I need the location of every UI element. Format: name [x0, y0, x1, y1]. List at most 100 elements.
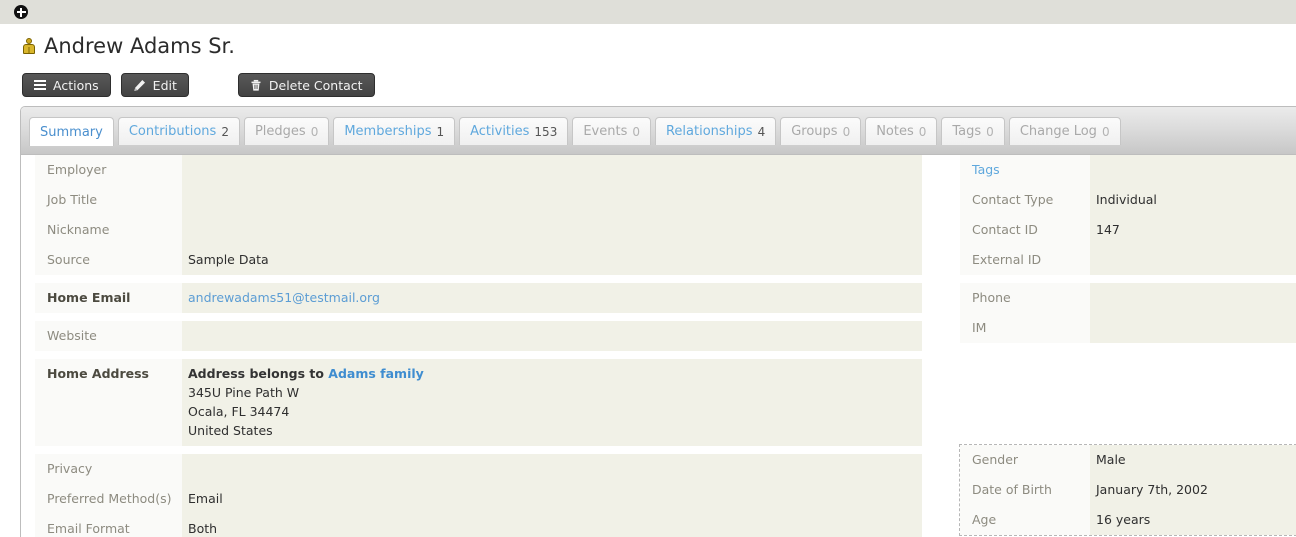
- field-row-im: IM: [960, 313, 1296, 343]
- contact-panel: Summary Contributions 2 Pledges 0 Memberships…: [20, 106, 1296, 537]
- tab-label: Contributions: [128, 124, 217, 139]
- admin-topbar: [0, 0, 1296, 24]
- basic-info-block: Employer Job Title Nickname Source Sampl…: [35, 155, 922, 275]
- tab-label: Pledges: [254, 124, 306, 139]
- tab-label: Change Log: [1019, 124, 1097, 139]
- tab-count: 0: [1101, 124, 1110, 139]
- tags-label-link[interactable]: Tags: [960, 155, 1090, 185]
- tab-label: Tags: [952, 124, 982, 139]
- field-row-phone: Phone: [960, 283, 1296, 313]
- tab-count: 0: [310, 124, 319, 139]
- field-label: Email Format: [35, 514, 182, 537]
- summary-right-column: Tags Contact Type Individual Contact ID …: [959, 155, 1296, 537]
- actions-button[interactable]: Actions: [22, 73, 111, 97]
- field-value[interactable]: 16 years: [1090, 505, 1296, 535]
- tab-notes: Notes 0: [865, 117, 938, 145]
- field-label: Source: [35, 245, 182, 275]
- website-block: Website: [35, 321, 922, 351]
- tab-count: 1: [436, 124, 445, 139]
- field-value[interactable]: [182, 321, 922, 351]
- delete-contact-button[interactable]: Delete Contact: [237, 73, 375, 97]
- tab-relationships[interactable]: Relationships 4: [654, 117, 777, 145]
- tab-pledges: Pledges 0: [243, 117, 330, 145]
- tab-tags: Tags 0: [941, 117, 1005, 145]
- demographics-block[interactable]: Gender Male Date of Birth January 7th, 2…: [959, 444, 1296, 536]
- field-label: Employer: [35, 155, 182, 185]
- tab-label: Events: [583, 124, 628, 139]
- phone-im-block: Phone IM: [960, 283, 1296, 343]
- field-value[interactable]: [182, 185, 922, 215]
- field-label: Phone: [960, 283, 1090, 313]
- field-value[interactable]: [182, 454, 922, 484]
- field-label: Contact ID: [960, 215, 1090, 245]
- field-row-privacy: Privacy: [35, 454, 922, 484]
- tab-count: 0: [986, 124, 994, 139]
- field-label: Nickname: [35, 215, 182, 245]
- tab-activities[interactable]: Activities 153: [459, 117, 569, 145]
- hamburger-icon: [34, 80, 46, 90]
- tab-count: 2: [221, 124, 229, 139]
- field-row-external-id: External ID: [960, 245, 1296, 275]
- trash-icon: [250, 79, 262, 92]
- field-row-employer: Employer: [35, 155, 922, 185]
- field-row-source: Source Sample Data: [35, 245, 922, 275]
- field-label: External ID: [960, 245, 1090, 275]
- tab-count: 0: [918, 124, 927, 139]
- address-owner-link[interactable]: Adams family: [328, 366, 424, 381]
- email-block: Home Email andrewadams51@testmail.org: [35, 283, 922, 313]
- field-row-email-format: Email Format Both: [35, 514, 922, 537]
- tab-label: Relationships: [665, 124, 753, 139]
- field-label: Home Email: [35, 283, 182, 313]
- field-value[interactable]: 147: [1090, 215, 1296, 245]
- field-row-job-title: Job Title: [35, 185, 922, 215]
- home-email-link[interactable]: andrewadams51@testmail.org: [188, 290, 380, 305]
- title-row: Andrew Adams Sr.: [0, 24, 1296, 62]
- tab-contributions[interactable]: Contributions 2: [117, 117, 240, 145]
- edit-button[interactable]: Edit: [120, 73, 189, 97]
- tab-label: Notes: [876, 124, 914, 139]
- field-value[interactable]: Email: [182, 484, 922, 514]
- address-block: Home Address Address belongs to Adams fa…: [35, 359, 922, 446]
- communication-prefs-block: Privacy Preferred Method(s) Email Email …: [35, 454, 922, 537]
- field-value[interactable]: [1090, 283, 1296, 313]
- tab-count: 4: [757, 124, 766, 139]
- field-value[interactable]: January 7th, 2002: [1090, 475, 1296, 505]
- field-row-home-address: Home Address Address belongs to Adams fa…: [35, 359, 922, 446]
- summary-content: Employer Job Title Nickname Source Sampl…: [21, 155, 1296, 537]
- field-label: IM: [960, 313, 1090, 343]
- field-value[interactable]: Individual: [1090, 185, 1296, 215]
- action-button-row: Actions Edit Delete Contact: [22, 73, 375, 97]
- tab-count: 0: [842, 124, 851, 139]
- field-row-home-email: Home Email andrewadams51@testmail.org: [35, 283, 922, 313]
- field-row-gender: Gender Male: [960, 445, 1296, 475]
- field-label: Age: [960, 505, 1090, 535]
- address-line-3: United States: [188, 423, 273, 438]
- contact-tab-strip: Summary Contributions 2 Pledges 0 Memberships…: [21, 107, 1296, 155]
- field-label: Preferred Method(s): [35, 484, 182, 514]
- field-value[interactable]: [1090, 313, 1296, 343]
- field-label: Job Title: [35, 185, 182, 215]
- tab-count: 0: [632, 124, 640, 139]
- field-value[interactable]: Both: [182, 514, 922, 537]
- address-line-2: Ocala, FL 34474: [188, 404, 290, 419]
- tab-label: Activities: [470, 124, 530, 139]
- field-value[interactable]: [1090, 245, 1296, 275]
- field-value[interactable]: Sample Data: [182, 245, 922, 275]
- page-title: Andrew Adams Sr.: [44, 34, 235, 58]
- tab-summary[interactable]: Summary: [29, 117, 114, 146]
- field-row-nickname: Nickname: [35, 215, 922, 245]
- field-value: Address belongs to Adams family 345U Pin…: [182, 359, 922, 446]
- edit-button-label: Edit: [152, 77, 177, 93]
- field-value[interactable]: [182, 155, 922, 185]
- tab-change-log: Change Log 0: [1008, 117, 1121, 145]
- field-value[interactable]: [1090, 155, 1296, 185]
- field-value[interactable]: [182, 215, 922, 245]
- field-row-tags: Tags: [960, 155, 1296, 185]
- tab-groups: Groups 0: [780, 117, 862, 145]
- field-value[interactable]: Male: [1090, 445, 1296, 475]
- civicrm-plus-icon[interactable]: [14, 5, 28, 19]
- address-owner-prefix: Address belongs to: [188, 366, 329, 381]
- field-label: Date of Birth: [960, 475, 1090, 505]
- tab-memberships[interactable]: Memberships 1: [333, 117, 456, 145]
- field-row-website: Website: [35, 321, 922, 351]
